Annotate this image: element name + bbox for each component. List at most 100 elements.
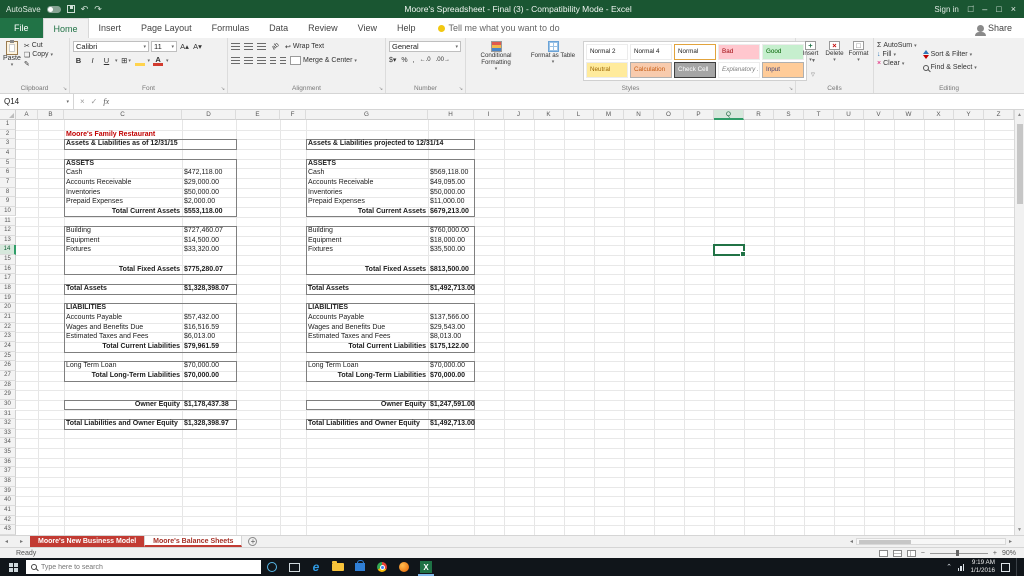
page-break-view-icon[interactable]: [906, 549, 916, 557]
copy-button[interactable]: ❏ Copy ▾: [24, 50, 53, 59]
cell-G23[interactable]: Estimated Taxes and Fees: [306, 332, 428, 342]
row-header-42[interactable]: 42: [0, 515, 16, 526]
column-header-R[interactable]: R: [744, 110, 774, 120]
row-header-37[interactable]: 37: [0, 467, 16, 478]
cell-D22[interactable]: $16,516.59: [182, 323, 236, 333]
row-header-19[interactable]: 19: [0, 293, 16, 304]
row-header-31[interactable]: 31: [0, 409, 16, 420]
cell-C6[interactable]: Cash: [64, 168, 182, 178]
font-size-combobox[interactable]: 11 ▾: [151, 41, 177, 52]
bold-button[interactable]: B: [73, 55, 84, 66]
cell-D13[interactable]: $14,500.00: [182, 236, 236, 246]
cell-D26[interactable]: $70,000.00: [182, 361, 236, 371]
fill-color-button[interactable]: [134, 56, 145, 66]
styles-dialog-launcher-icon[interactable]: ↘: [789, 86, 793, 92]
tab-data[interactable]: Data: [259, 18, 298, 38]
cancel-icon[interactable]: ×: [80, 97, 85, 106]
tab-page-layout[interactable]: Page Layout: [131, 18, 202, 38]
column-header-D[interactable]: D: [182, 110, 236, 120]
cell-D7[interactable]: $29,000.00: [182, 178, 236, 188]
cell-C20[interactable]: LIABILITIES: [64, 303, 182, 313]
hscroll-right-icon[interactable]: ▸: [1009, 538, 1012, 545]
zoom-in-button[interactable]: +: [993, 550, 997, 557]
increase-decimal-button[interactable]: ←.0: [420, 57, 431, 63]
column-header-J[interactable]: J: [504, 110, 534, 120]
column-header-S[interactable]: S: [774, 110, 804, 120]
cell-G18[interactable]: Total Assets: [306, 284, 428, 294]
cell-G30[interactable]: Owner Equity: [379, 400, 428, 410]
borders-button[interactable]: ⊞ ▾: [121, 55, 132, 66]
cell-H9[interactable]: $11,000.00: [428, 197, 474, 207]
column-header-U[interactable]: U: [834, 110, 864, 120]
column-header-Z[interactable]: Z: [984, 110, 1014, 120]
column-header-P[interactable]: P: [684, 110, 714, 120]
comma-style-button[interactable]: ,: [413, 57, 415, 64]
column-header-V[interactable]: V: [864, 110, 894, 120]
search-input[interactable]: [41, 563, 256, 571]
column-header-O[interactable]: O: [654, 110, 684, 120]
cell-G16[interactable]: Total Fixed Assets: [363, 265, 428, 275]
undo-icon[interactable]: ↶: [81, 4, 89, 14]
cell-D23[interactable]: $6,013.00: [182, 332, 236, 342]
tab-insert[interactable]: Insert: [89, 18, 132, 38]
column-header-L[interactable]: L: [564, 110, 594, 120]
cell-G14[interactable]: Fixtures: [306, 245, 428, 255]
column-header-H[interactable]: H: [428, 110, 474, 120]
wrap-text-button[interactable]: ↩ Wrap Text: [285, 42, 324, 51]
excel-taskbar-button[interactable]: X: [415, 558, 437, 576]
cell-G10[interactable]: Total Current Assets: [356, 207, 428, 217]
cell-H10[interactable]: $679,213.00: [428, 207, 474, 217]
cell-C16[interactable]: Total Fixed Assets: [117, 265, 182, 275]
row-header-21[interactable]: 21: [0, 313, 16, 323]
firefox-taskbar-button[interactable]: [393, 558, 415, 576]
column-header-G[interactable]: G: [306, 110, 428, 120]
tray-expand-icon[interactable]: ⌃: [946, 563, 952, 571]
select-all-corner[interactable]: [0, 110, 16, 120]
cell-D16[interactable]: $775,280.07: [182, 265, 236, 275]
cell-H6[interactable]: $569,118.00: [428, 168, 474, 178]
cell-H23[interactable]: $8,013.00: [428, 332, 474, 342]
taskbar-clock[interactable]: 9:19 AM 1/1/2016: [970, 559, 995, 575]
start-button[interactable]: [0, 558, 26, 576]
tab-formulas[interactable]: Formulas: [202, 18, 260, 38]
row-header-14[interactable]: 14: [0, 245, 16, 256]
underline-button[interactable]: U: [101, 55, 112, 66]
show-desktop-button[interactable]: [1016, 558, 1020, 576]
cell-G22[interactable]: Wages and Benefits Due: [306, 323, 428, 333]
increase-font-size-button[interactable]: A▴: [179, 41, 190, 52]
cut-button[interactable]: ✂ Cut: [24, 41, 53, 50]
cell-style-normal-2[interactable]: Normal 2: [586, 44, 628, 60]
vertical-scrollbar-thumb[interactable]: [1016, 124, 1023, 204]
cell-C23[interactable]: Estimated Taxes and Fees: [64, 332, 182, 342]
cell-D27[interactable]: $70,000.00: [182, 371, 236, 381]
action-center-icon[interactable]: [1001, 562, 1010, 572]
cell-H8[interactable]: $50,000.00: [428, 188, 474, 198]
format-as-table-button[interactable]: Format as Table ▾: [526, 41, 580, 81]
cell-style-check-cell[interactable]: Check Cell: [674, 62, 716, 78]
column-header-C[interactable]: C: [64, 110, 182, 120]
tab-review[interactable]: Review: [298, 18, 348, 38]
row-header-26[interactable]: 26: [0, 361, 16, 371]
increase-indent-icon[interactable]: [280, 57, 286, 64]
row-header-17[interactable]: 17: [0, 274, 16, 285]
clear-button[interactable]: × Clear ▾: [877, 59, 917, 68]
cell-D8[interactable]: $50,000.00: [182, 188, 236, 198]
cell-G7[interactable]: Accounts Receivable: [306, 178, 428, 188]
decrease-indent-icon[interactable]: [270, 57, 276, 64]
column-header-Q[interactable]: Q: [714, 110, 744, 120]
column-header-Y[interactable]: Y: [954, 110, 984, 120]
cortana-button[interactable]: [261, 558, 283, 576]
clipboard-dialog-launcher-icon[interactable]: ↘: [63, 86, 67, 92]
cell-D9[interactable]: $2,000.00: [182, 197, 236, 207]
tab-view[interactable]: View: [348, 18, 387, 38]
formula-input[interactable]: [115, 94, 1024, 109]
column-header-E[interactable]: E: [236, 110, 280, 120]
cell-G12[interactable]: Building: [306, 226, 428, 236]
scroll-down-icon[interactable]: ▼: [1015, 527, 1024, 533]
redo-icon[interactable]: ↷: [94, 4, 102, 14]
row-header-27[interactable]: 27: [0, 370, 16, 381]
fill-button[interactable]: ↓ Fill ▾: [877, 50, 917, 59]
cell-H27[interactable]: $70,000.00: [428, 371, 474, 381]
row-header-29[interactable]: 29: [0, 390, 16, 400]
column-header-B[interactable]: B: [38, 110, 64, 120]
